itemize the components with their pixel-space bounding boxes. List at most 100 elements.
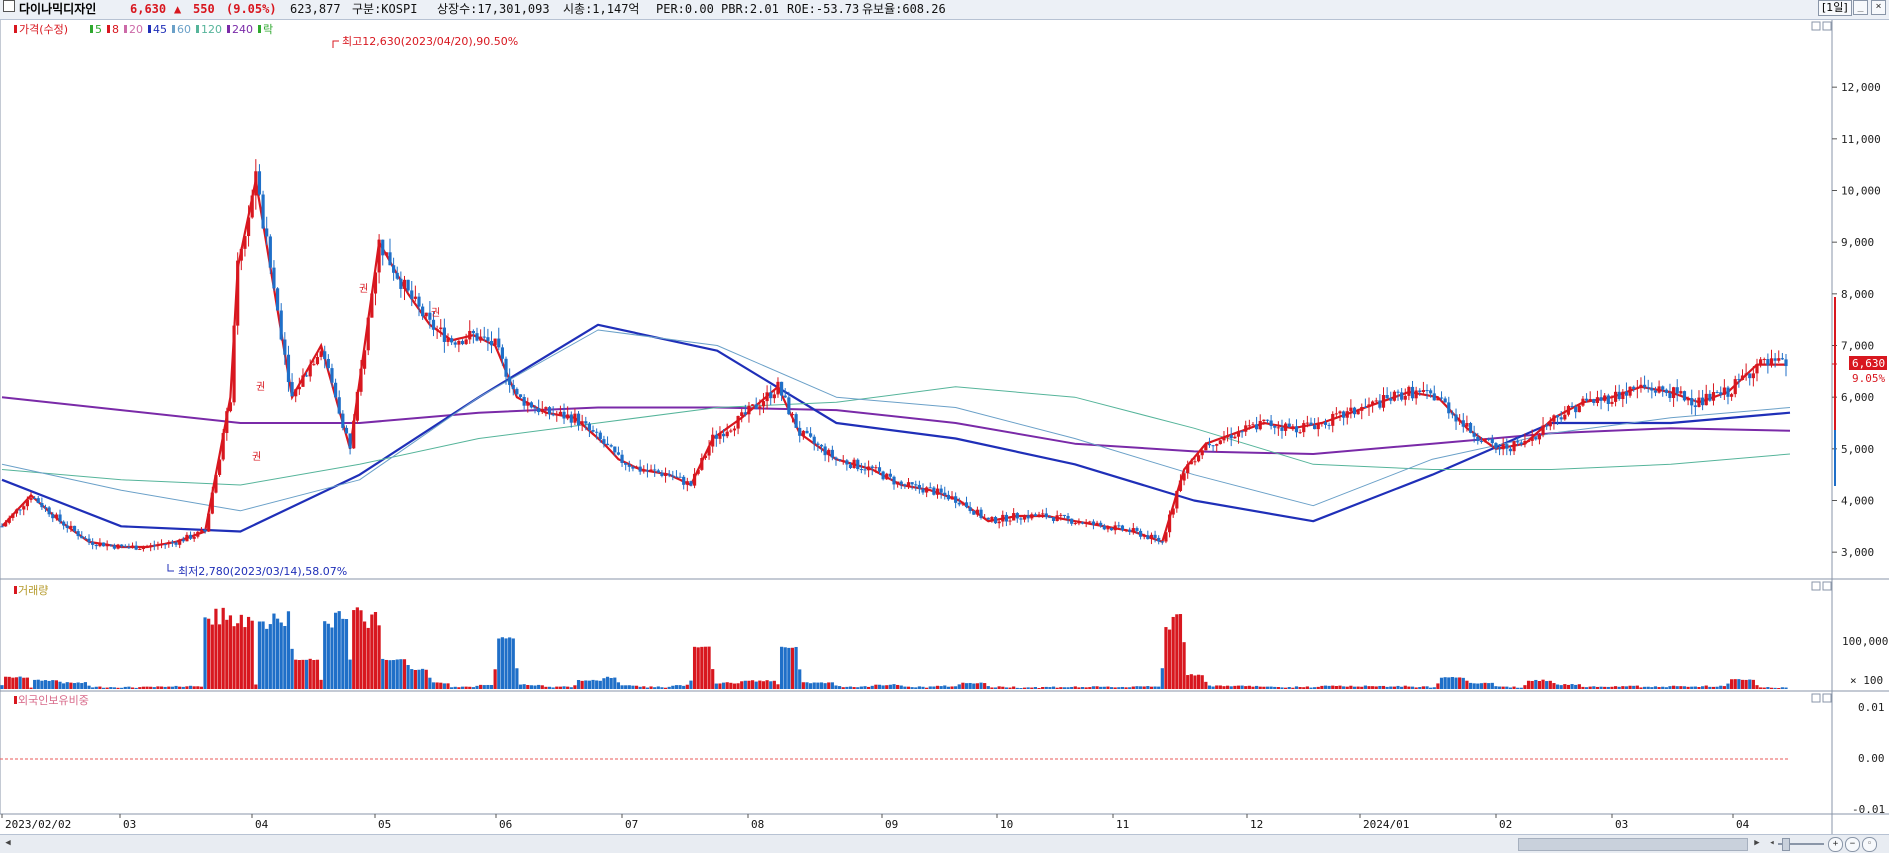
candle-body — [631, 466, 635, 469]
candle-body — [613, 446, 617, 453]
volume-bar — [141, 686, 146, 689]
scroll-left-icon[interactable]: ◀ — [2, 837, 14, 850]
volume-bar — [261, 621, 265, 689]
candle-body — [1033, 514, 1038, 517]
volume-bar — [750, 680, 755, 689]
volume-bar — [1418, 686, 1422, 689]
candle-body — [130, 545, 135, 548]
scroll-thumb[interactable] — [1518, 838, 1748, 851]
volume-bar — [1334, 686, 1338, 689]
price-y-tick: 8,000 — [1841, 288, 1874, 301]
candle-body — [910, 482, 914, 485]
candle-body — [946, 494, 950, 500]
zoom-in-icon[interactable]: + — [1828, 837, 1843, 852]
volume-bar — [859, 686, 863, 689]
volume-bar — [1015, 687, 1019, 689]
volume-bar — [1131, 686, 1135, 689]
volume-bar — [1403, 685, 1407, 689]
candle-body — [1367, 404, 1371, 408]
candle-body — [1207, 443, 1212, 446]
x-tick-label: 04 — [255, 818, 269, 831]
candle-body — [199, 530, 204, 532]
volume-bar — [297, 660, 301, 689]
volume-bar — [170, 686, 175, 689]
candle-body — [1041, 513, 1045, 515]
volume-bar — [1563, 684, 1567, 689]
candle-body — [1360, 406, 1364, 411]
volume-bar — [43, 680, 48, 689]
scroll-right-icon[interactable]: ▶ — [1751, 837, 1763, 850]
candle-body — [439, 327, 443, 330]
volume-bar — [1269, 686, 1273, 689]
volume-bar — [1342, 686, 1346, 689]
zoom-reset-icon[interactable]: ◦ — [1862, 837, 1877, 852]
volume-bar — [1494, 686, 1498, 689]
volume-bar — [1080, 687, 1085, 689]
volume-bar — [1454, 677, 1458, 689]
volume-bar — [1316, 686, 1320, 689]
volume-bar — [812, 682, 816, 689]
candle-body — [1784, 359, 1788, 367]
bottom-scrollbar[interactable]: ◀ ▶ ◂ + − ◦ — [0, 834, 1889, 853]
candle-body — [1516, 441, 1520, 443]
x-tick-label: 07 — [625, 818, 638, 831]
candle-body — [515, 388, 519, 395]
candle-body — [392, 265, 396, 273]
candle-body — [1555, 415, 1560, 418]
volume-bar — [1516, 687, 1520, 689]
zoom-slider-left-icon[interactable]: ◂ — [1766, 837, 1778, 850]
volume-bar — [116, 687, 120, 689]
candle-body — [1704, 393, 1708, 406]
candle-body — [1334, 413, 1338, 415]
volume-bar — [983, 683, 987, 689]
volume-bar — [544, 686, 548, 689]
candle-body — [1196, 455, 1201, 462]
candle-body — [497, 338, 501, 348]
candle-body — [1022, 515, 1027, 520]
volume-bar — [1759, 687, 1763, 689]
zoom-slider-handle[interactable] — [1782, 838, 1790, 851]
volume-bar — [1077, 687, 1081, 689]
candle-body — [1523, 440, 1527, 445]
volume-bar — [1661, 686, 1665, 689]
volume-bar — [591, 679, 595, 689]
stock-chart[interactable]: 가격(수정) 5 8 20 45 60 120 240 락 12,000 11,000 10,000… — [0, 0, 1889, 834]
volume-bar — [174, 685, 178, 689]
candle-body — [51, 514, 55, 519]
volume-bar — [167, 686, 171, 689]
zoom-out-icon[interactable]: − — [1845, 837, 1860, 852]
volume-bar — [1124, 687, 1128, 689]
candle-body — [1450, 413, 1455, 415]
candle-body — [1160, 541, 1164, 543]
candle-body — [671, 475, 675, 477]
legend-swatch — [14, 25, 17, 33]
volume-bar — [747, 680, 751, 689]
volume-bar — [457, 687, 461, 689]
candle-body — [1381, 395, 1386, 408]
volume-bar — [120, 687, 124, 689]
candle-body — [1595, 397, 1600, 403]
candle-body — [667, 473, 671, 476]
volume-bar — [1352, 686, 1357, 689]
high-annotation: 최고12,630(2023/04/20),90.50% — [332, 35, 518, 48]
candle-body — [413, 296, 417, 299]
candle-body — [341, 413, 345, 428]
candle-body — [838, 459, 842, 461]
volume-bar — [337, 611, 341, 689]
volume-bar — [1262, 686, 1266, 689]
volume-bar — [1617, 686, 1621, 689]
volume-bar — [1117, 687, 1121, 689]
volume-bar — [838, 686, 842, 689]
candle-body — [790, 414, 795, 416]
volume-bar — [881, 685, 885, 689]
candle-body — [1545, 425, 1549, 427]
candle-body — [1070, 518, 1074, 524]
volume-bar — [1099, 686, 1103, 689]
volume-bar — [917, 686, 921, 689]
rights-mark: 권 — [256, 381, 265, 393]
candle-body — [1131, 528, 1135, 532]
price-y-tick: 12,000 — [1841, 81, 1881, 94]
candle-body — [1400, 392, 1404, 400]
volume-bar — [497, 638, 501, 689]
volume-bar — [33, 679, 37, 689]
